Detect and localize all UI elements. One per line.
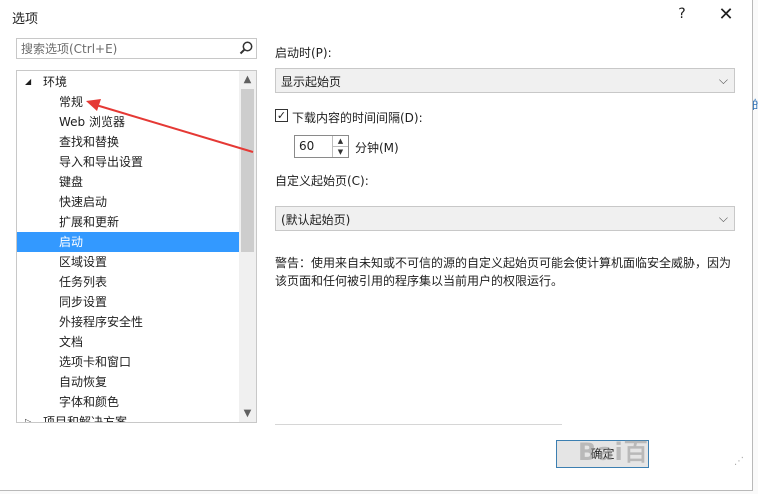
options-dialog: 选项 ? ✕ ◢环境常规Web 浏览器查找和替换导入和导出设置键盘快速启动扩展和… (0, 0, 753, 491)
annotation-arrow (86, 99, 254, 153)
background-glyph: 的 (752, 96, 758, 113)
